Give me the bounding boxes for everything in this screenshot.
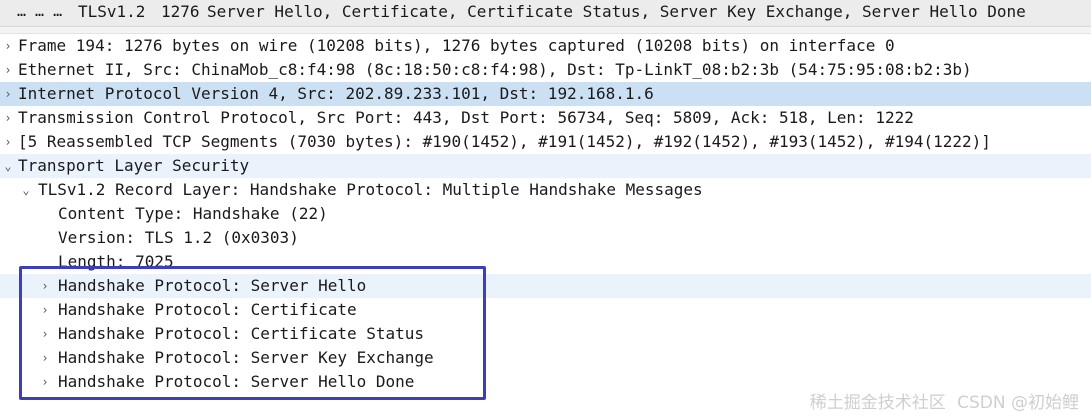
tree-row-label: Version: TLS 1.2 (0x0303)	[58, 228, 299, 247]
tree-row[interactable]: › Ethernet II, Src: ChinaMob_c8:f4:98 (8c…	[0, 58, 1091, 82]
tree-row[interactable]: Content Type: Handshake (22)	[0, 202, 1091, 226]
packet-list-selected-row[interactable]: … … … TLSv1.2 1276 Server Hello, Certifi…	[0, 0, 1091, 27]
tree-row[interactable]: Version: TLS 1.2 (0x0303)	[0, 226, 1091, 250]
tree-row[interactable]: › Handshake Protocol: Certificate Status	[0, 322, 1091, 346]
tree-row-label: [5 Reassembled TCP Segments (7030 bytes)…	[18, 132, 991, 151]
tree-row-label: Handshake Protocol: Server Hello	[58, 276, 367, 295]
tree-row[interactable]: › [5 Reassembled TCP Segments (7030 bytes…	[0, 130, 1091, 154]
tree-row-label: Handshake Protocol: Server Hello Done	[58, 372, 415, 391]
tree-row-label: Length: 7025	[58, 252, 174, 271]
pane-splitter[interactable]	[0, 27, 1091, 34]
watermark-juejin: 稀土掘金技术社区	[809, 393, 946, 413]
chevron-right-icon[interactable]: ›	[1, 82, 15, 106]
tree-row-label: Handshake Protocol: Certificate Status	[58, 324, 425, 343]
tree-row-label: TLSv1.2 Record Layer: Handshake Protocol…	[38, 180, 703, 199]
tree-row[interactable]: › Handshake Protocol: Server Key Exchange	[0, 346, 1091, 370]
tree-row[interactable]: › Frame 194: 1276 bytes on wire (10208 bi…	[0, 34, 1091, 58]
chevron-right-icon[interactable]: ›	[1, 106, 15, 130]
chevron-right-icon[interactable]: ›	[1, 130, 15, 154]
tree-row[interactable]: › Handshake Protocol: Certificate	[0, 298, 1091, 322]
packet-columns-ellipsis: … … …	[17, 2, 63, 20]
chevron-down-icon[interactable]: ⌄	[19, 178, 33, 202]
chevron-right-icon[interactable]: ›	[38, 274, 52, 298]
watermark: 稀土掘金技术社区 CSDN @初始鲤	[810, 388, 1079, 413]
chevron-right-icon[interactable]: ›	[38, 346, 52, 370]
chevron-right-icon[interactable]: ›	[38, 322, 52, 346]
packet-details-tree: › Frame 194: 1276 bytes on wire (10208 bi…	[0, 34, 1091, 394]
tree-row[interactable]: › Handshake Protocol: Server Hello	[0, 274, 1091, 298]
packet-protocol: TLSv1.2	[78, 2, 146, 21]
chevron-right-icon[interactable]: ›	[38, 298, 52, 322]
tree-row-label: Transmission Control Protocol, Src Port:…	[18, 108, 914, 127]
packet-length: 1276	[161, 2, 200, 21]
tree-row-label: Ethernet II, Src: ChinaMob_c8:f4:98 (8c:…	[18, 60, 972, 79]
tree-row[interactable]: Length: 7025	[0, 250, 1091, 274]
chevron-down-icon[interactable]: ⌄	[1, 154, 15, 178]
chevron-right-icon[interactable]: ›	[1, 34, 15, 58]
tree-row-label: Content Type: Handshake (22)	[58, 204, 328, 223]
tree-row[interactable]: ⌄ TLSv1.2 Record Layer: Handshake Protoco…	[0, 178, 1091, 202]
chevron-right-icon[interactable]: ›	[1, 58, 15, 82]
watermark-csdn: CSDN @初始鲤	[957, 393, 1079, 413]
tree-row-label: Internet Protocol Version 4, Src: 202.89…	[18, 84, 654, 103]
tree-row-label: Handshake Protocol: Certificate	[58, 300, 357, 319]
tree-row[interactable]: › Transmission Control Protocol, Src Port…	[0, 106, 1091, 130]
chevron-right-icon[interactable]: ›	[38, 370, 52, 394]
tree-row[interactable]: › Internet Protocol Version 4, Src: 202.8…	[0, 82, 1091, 106]
tree-row[interactable]: ⌄ Transport Layer Security	[0, 154, 1091, 178]
tree-row-label: Handshake Protocol: Server Key Exchange	[58, 348, 434, 367]
packet-info: Server Hello, Certificate, Certificate S…	[207, 2, 1026, 21]
tree-row-label: Transport Layer Security	[18, 156, 250, 175]
tree-row-label: Frame 194: 1276 bytes on wire (10208 bit…	[18, 36, 895, 55]
